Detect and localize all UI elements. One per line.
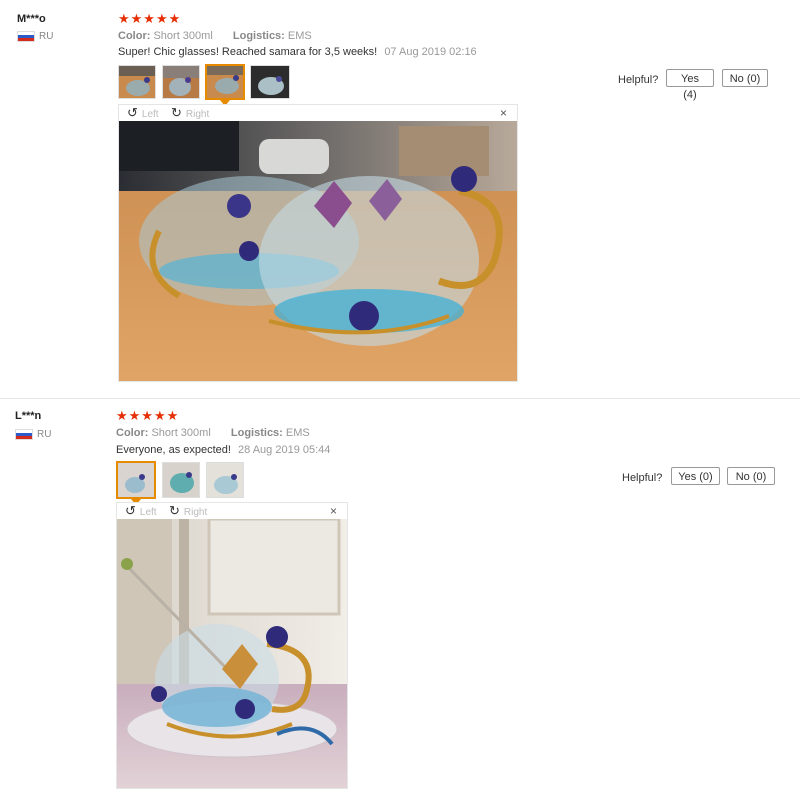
review-thumbnail-selected[interactable] xyxy=(205,64,245,100)
color-value: Short 300ml xyxy=(151,427,211,439)
close-viewer-button[interactable]: × xyxy=(500,106,507,120)
rotate-left-icon: ↺ xyxy=(127,105,138,120)
review-body: Everyone, as expected! xyxy=(116,444,231,456)
rotate-right-icon: ↻ xyxy=(169,503,180,518)
rotate-right-button[interactable]: ↻ Right xyxy=(169,504,207,520)
image-viewer: ↺ Left ↻ Right × xyxy=(118,104,518,382)
star-rating: ★★★★★ xyxy=(118,11,182,26)
rotate-right-icon: ↻ xyxy=(171,105,182,120)
logistics-value: EMS xyxy=(287,30,312,42)
helpful-label: Helpful? xyxy=(622,472,663,484)
helpful-yes-button[interactable]: Yes (4) xyxy=(666,69,714,101)
color-value: Short 300ml xyxy=(153,30,213,42)
review-item: L***n RU ★★★★★ Color: Short 300ml Logist… xyxy=(0,398,800,801)
review-thumbnail-selected[interactable] xyxy=(116,461,156,499)
review-thumbnail[interactable] xyxy=(250,65,290,99)
reviewer-country: RU xyxy=(37,429,52,440)
review-thumbnail[interactable] xyxy=(118,65,156,99)
rotate-right-button[interactable]: ↻ Right xyxy=(171,106,209,122)
star-rating: ★★★★★ xyxy=(116,408,180,423)
review-date: 07 Aug 2019 02:16 xyxy=(384,46,477,58)
logistics-label: Logistics: xyxy=(230,427,283,439)
rotate-left-button[interactable]: ↺ Left xyxy=(127,106,159,122)
rotate-left-button[interactable]: ↺ Left xyxy=(125,504,157,520)
logistics-value: EMS xyxy=(285,427,310,439)
image-viewer: ↺ Left ↻ Right × xyxy=(116,502,348,789)
color-label: Color: xyxy=(116,427,149,439)
review-text: Everyone, as expected! 28 Aug 2019 05:44 xyxy=(116,444,330,456)
helpful-no-button[interactable]: No (0) xyxy=(727,467,775,485)
russia-flag-icon xyxy=(17,31,35,42)
helpful-yes-button[interactable]: Yes (0) xyxy=(671,467,720,485)
review-attributes: Color: Short 300ml Logistics: EMS xyxy=(118,30,312,42)
review-item: M***o RU ★★★★★ Color: Short 300ml Logist… xyxy=(0,0,800,399)
review-thumbnail[interactable] xyxy=(206,462,244,498)
image-viewer-toolbar: ↺ Left ↻ Right × xyxy=(117,503,347,519)
review-text: Super! Chic glasses! Reached samara for … xyxy=(118,46,477,58)
color-label: Color: xyxy=(118,30,151,42)
review-attributes: Color: Short 300ml Logistics: EMS xyxy=(116,427,310,439)
helpful-no-button[interactable]: No (0) xyxy=(722,69,768,87)
reviewer-country: RU xyxy=(39,31,54,42)
rotate-left-icon: ↺ xyxy=(125,503,136,518)
close-viewer-button[interactable]: × xyxy=(330,504,337,518)
reviewer-name: M***o xyxy=(17,13,46,25)
image-viewer-toolbar: ↺ Left ↻ Right × xyxy=(119,105,517,121)
russia-flag-icon xyxy=(15,429,33,440)
helpful-label: Helpful? xyxy=(618,74,659,86)
review-thumbnail[interactable] xyxy=(162,462,200,498)
reviewer-name: L***n xyxy=(15,410,42,422)
review-date: 28 Aug 2019 05:44 xyxy=(238,444,331,456)
review-body: Super! Chic glasses! Reached samara for … xyxy=(118,46,378,58)
review-photo xyxy=(117,519,347,788)
logistics-label: Logistics: xyxy=(232,30,285,42)
review-thumbnail[interactable] xyxy=(162,65,200,99)
review-photo xyxy=(119,121,517,381)
